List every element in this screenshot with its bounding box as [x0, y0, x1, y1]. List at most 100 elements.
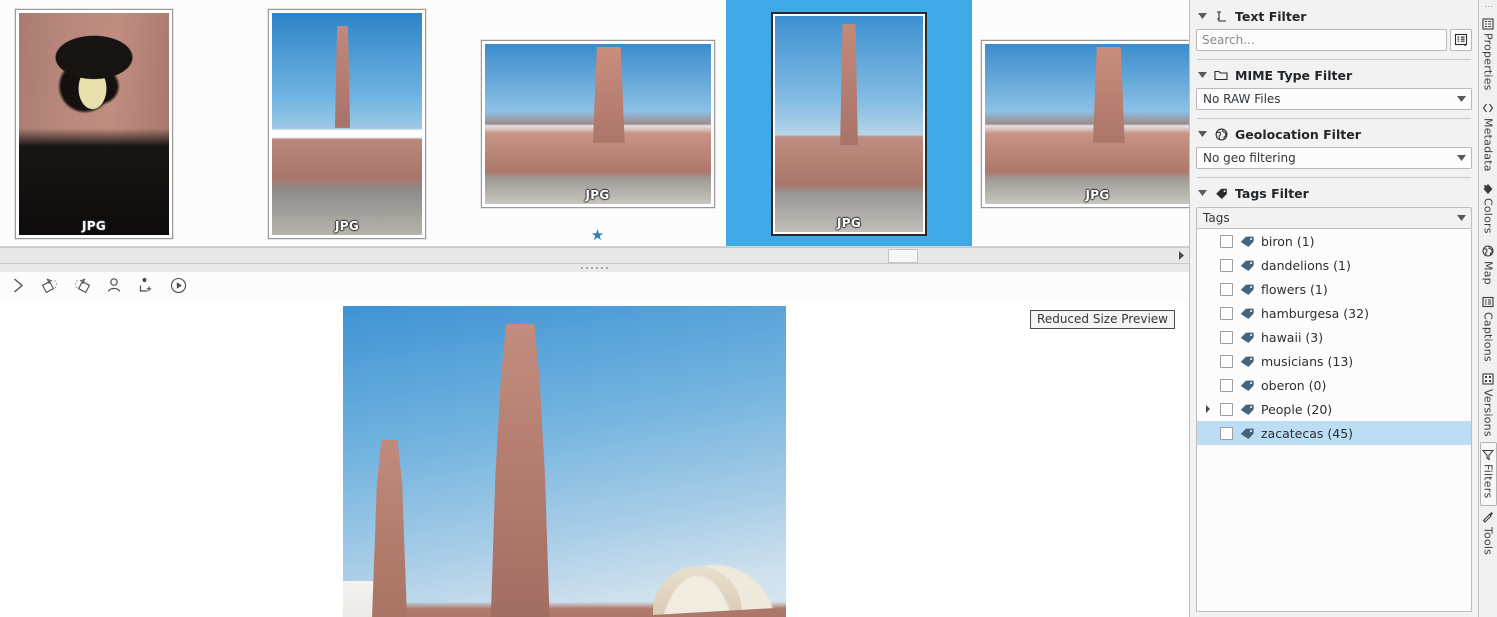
chevron-down-icon[interactable] [1197, 129, 1207, 139]
expand-chevron-icon[interactable] [2, 273, 34, 297]
rotate-left-button[interactable] [34, 273, 66, 297]
thumbnail-frame[interactable]: JPG [981, 40, 1190, 208]
sidebar-tab-tools[interactable]: Tools [1480, 506, 1497, 561]
thumbnail-frame[interactable]: JPG [268, 9, 426, 239]
sidebar-tab-captions[interactable]: Captions [1480, 291, 1497, 368]
tag-list-item[interactable]: People (20) [1197, 397, 1471, 421]
tag-checkbox[interactable] [1220, 427, 1233, 440]
thumbnail-image: JPG [985, 44, 1190, 204]
globe-icon [1214, 127, 1228, 141]
image-preview-area[interactable]: Reduced Size Preview [0, 298, 1189, 617]
thumbnail-frame[interactable]: JPG [15, 9, 173, 239]
folder-icon [1214, 68, 1228, 82]
rating-stars[interactable]: ★ [480, 228, 715, 243]
sidebar-tab-label: Versions [1482, 389, 1495, 437]
chevron-down-icon[interactable] [1197, 70, 1207, 80]
search-input[interactable]: Search... [1196, 29, 1447, 51]
slideshow-button[interactable] [162, 273, 194, 297]
rotate-right-button[interactable] [66, 273, 98, 297]
tag-icon [1214, 186, 1228, 200]
sidebar-tab-map[interactable]: Map [1480, 240, 1497, 291]
thumbnail-frame-selected[interactable]: JPG [771, 12, 927, 236]
tag-checkbox[interactable] [1220, 307, 1233, 320]
tag-expand-arrow-icon[interactable] [1202, 405, 1214, 413]
thumbnail-item-3[interactable]: JPG [726, 0, 972, 247]
tag-list-item[interactable]: hawaii (3) [1197, 325, 1471, 349]
tag-checkbox[interactable] [1220, 331, 1233, 344]
tag-list-item[interactable]: hamburgesa (32) [1197, 301, 1471, 325]
section-title: Text Filter [1235, 9, 1306, 24]
scroll-right-arrow-icon[interactable] [1173, 248, 1189, 263]
tag-label: biron (1) [1261, 234, 1315, 249]
reduced-size-preview-badge: Reduced Size Preview [1030, 310, 1175, 329]
section-title: Geolocation Filter [1235, 127, 1361, 142]
chevron-down-icon[interactable] [1197, 188, 1207, 198]
thumbnail-strip[interactable]: JPG JPG JPG ★ [0, 0, 1189, 247]
section-header-mime-type-filter[interactable]: MIME Type Filter [1195, 64, 1473, 86]
panel-splitter[interactable] [0, 264, 1189, 272]
tag-icon [1239, 233, 1255, 249]
sidebar-tab-label: Metadata [1482, 118, 1495, 172]
add-face-tag-button[interactable] [130, 273, 162, 297]
tag-checkbox[interactable] [1220, 355, 1233, 368]
chevron-down-icon[interactable] [1455, 155, 1467, 161]
section-header-geolocation-filter[interactable]: Geolocation Filter [1195, 123, 1473, 145]
section-header-tags-filter[interactable]: Tags Filter [1195, 182, 1473, 204]
tag-label: zacatecas (45) [1261, 426, 1353, 441]
format-badge: JPG [837, 216, 861, 230]
sidebar-tab-colors[interactable]: Colors [1480, 177, 1497, 240]
thumbnail-item-4[interactable]: JPG [980, 0, 1189, 247]
tag-checkbox[interactable] [1220, 403, 1233, 416]
thumbnail-item-2[interactable]: JPG ★ [480, 0, 715, 247]
properties-icon [1482, 17, 1495, 30]
center-column: JPG JPG JPG ★ [0, 0, 1190, 617]
sidebar-tab-label: Tools [1482, 527, 1495, 555]
tag-checkbox[interactable] [1220, 283, 1233, 296]
tag-list-item[interactable]: musicians (13) [1197, 349, 1471, 373]
thumbnail-item-0[interactable]: JPG [0, 0, 188, 247]
geolocation-combo[interactable]: No geo filtering [1196, 147, 1472, 169]
section-title: MIME Type Filter [1235, 68, 1352, 83]
thumbnail-strip-scrollbar[interactable] [0, 247, 1189, 264]
format-badge: JPG [82, 219, 106, 233]
sidebar-tab-properties[interactable]: Properties [1480, 12, 1497, 97]
divider [1197, 59, 1471, 60]
sidebar-tab-label: Filters [1482, 464, 1495, 498]
mime-type-combo[interactable]: No RAW Files [1196, 88, 1472, 110]
tags-combo-value: Tags [1203, 211, 1455, 225]
thumbnail-image: JPG [272, 13, 422, 235]
tags-combo[interactable]: Tags [1196, 207, 1472, 229]
search-options-icon[interactable] [1450, 29, 1472, 51]
tag-label: People (20) [1261, 402, 1332, 417]
tabbar-grip-icon: ⋮ [1483, 2, 1493, 12]
tag-checkbox[interactable] [1220, 379, 1233, 392]
tags-filter-list[interactable]: biron (1) dandelions (1) flowers (1) ham… [1196, 229, 1472, 612]
tag-list-item-selected[interactable]: zacatecas (45) [1197, 421, 1471, 445]
tag-label: dandelions (1) [1261, 258, 1351, 273]
chevron-down-icon[interactable] [1197, 11, 1207, 21]
show-face-tags-button[interactable] [98, 273, 130, 297]
scrollbar-track[interactable] [0, 248, 1173, 263]
tag-label: musicians (13) [1261, 354, 1353, 369]
thumbnail-item-1[interactable]: JPG [253, 0, 441, 247]
format-badge: JPG [1085, 188, 1109, 202]
tag-list-item[interactable]: dandelions (1) [1197, 253, 1471, 277]
tag-checkbox[interactable] [1220, 259, 1233, 272]
scrollbar-thumb[interactable] [888, 249, 918, 263]
tag-list-item[interactable]: oberon (0) [1197, 373, 1471, 397]
tag-icon [1239, 353, 1255, 369]
code-icon [1482, 102, 1495, 115]
thumbnail-frame[interactable]: JPG [481, 40, 715, 208]
tag-label: hawaii (3) [1261, 330, 1323, 345]
sidebar-tab-versions[interactable]: Versions [1480, 368, 1497, 443]
tag-checkbox[interactable] [1220, 235, 1233, 248]
tag-list-item[interactable]: flowers (1) [1197, 277, 1471, 301]
chevron-down-icon[interactable] [1455, 96, 1467, 102]
tag-list-item[interactable]: biron (1) [1197, 229, 1471, 253]
tag-icon [1239, 377, 1255, 393]
chevron-down-icon[interactable] [1455, 215, 1467, 221]
sidebar-tab-metadata[interactable]: Metadata [1480, 97, 1497, 178]
sidebar-tab-filters[interactable]: Filters [1480, 442, 1497, 505]
section-header-text-filter[interactable]: Text Filter [1195, 5, 1473, 27]
splitter-grip-icon [581, 267, 608, 269]
